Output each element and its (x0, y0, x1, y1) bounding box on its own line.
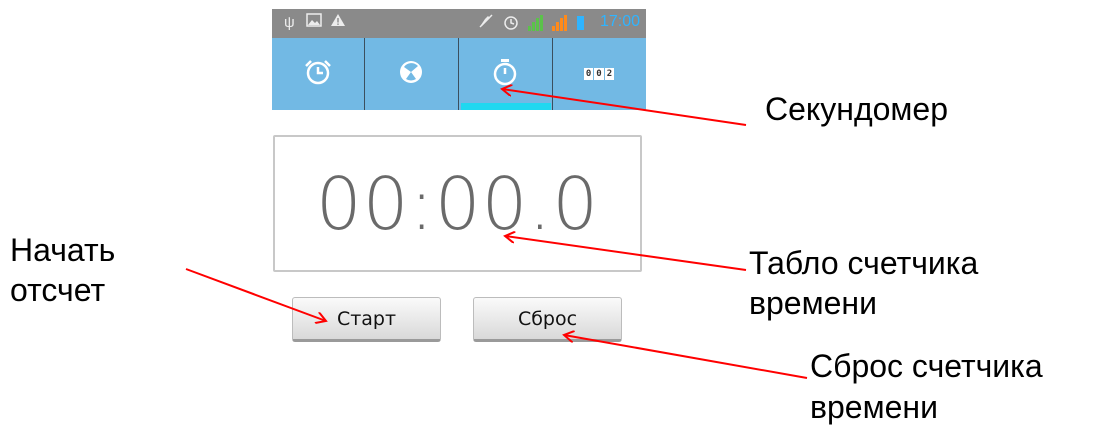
arrow-to-start-button (185, 268, 326, 321)
arrow-to-display (505, 236, 747, 271)
arrow-to-stopwatch-tab (502, 89, 747, 126)
arrow-to-reset-button (564, 335, 808, 379)
annotation-arrows (185, 0, 808, 379)
